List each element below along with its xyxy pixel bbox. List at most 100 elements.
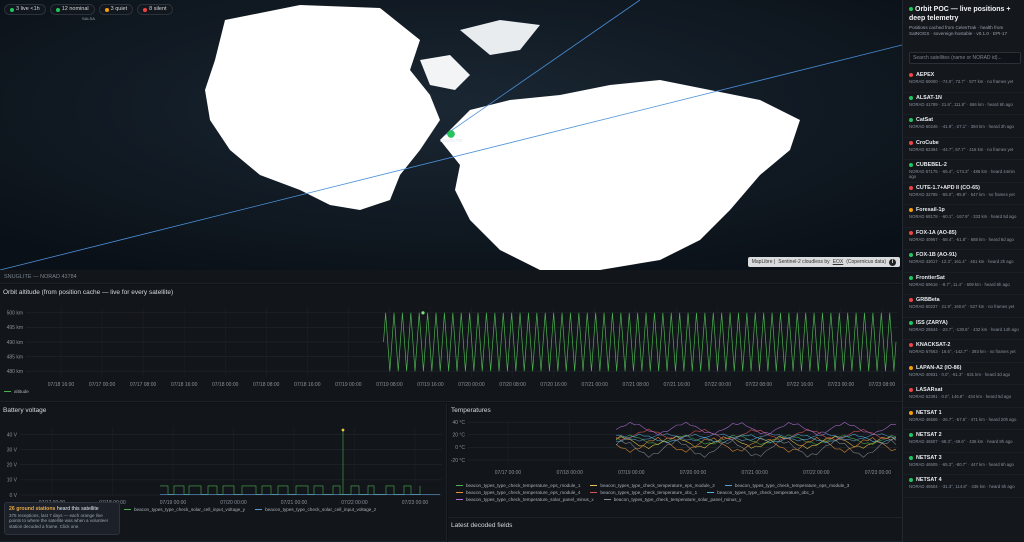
altitude-chart[interactable]: 500 km 495 km 490 km 485 km 480 km 07/18 16:0… [0, 285, 902, 402]
legend-item[interactable]: beacon_types_type_check_solar_cell_input… [255, 507, 376, 512]
satellite-list-item[interactable]: ALSAT-1N NORAD 41789 · 21.6°, 111.8° · 65… [903, 93, 1024, 115]
satellite-name: KNACKSAT-2 [916, 342, 951, 348]
satellite-list-item[interactable]: NETSAT 2 NORAD 46507 · 68.3°, -49.6° · 43… [903, 430, 1024, 453]
satellite-list-item[interactable]: NETSAT 3 NORAD 46505 · -65.3°, -80.7° · 4… [903, 453, 1024, 475]
satellite-list-item[interactable]: GRBBeta NORAD 60237 · 21.9°, 160.8° · 527… [903, 295, 1024, 318]
satellite-name: AEPEX [916, 72, 935, 78]
x-tick-label: 07/18 16:00 [294, 382, 321, 388]
telemetry-header: SNUGLITE — NORAD 43784 [0, 270, 902, 284]
legend-swatch [707, 491, 715, 494]
satellite-list-item[interactable]: Foresail-1p NORAD 68178 · -60.1°, -167.9°… [903, 205, 1024, 228]
status-chip[interactable]: 12 nominal [49, 4, 95, 15]
temperature-panel: Temperatures 40 °C 20 °C 0 °C -20 °C 07/17 0… [448, 403, 902, 518]
satellite-list-item[interactable]: KNACKSAT-2 NORAD 67663 · 16.6°, -142.7° ·… [903, 340, 1024, 363]
satellite-list-item[interactable]: LASARsat NORAD 62391 · 0.0°, 146.8° · 434… [903, 385, 1024, 408]
satellite-status-icon [909, 343, 913, 347]
satellite-map[interactable]: 3 live <1h 12 nominal 3 quiet 8 silent SALS… [0, 0, 902, 270]
legend-label: beacon_types_type_check_temperature_eps_… [600, 483, 715, 488]
satellite-search-input[interactable] [909, 52, 1021, 64]
legend-item[interactable]: beacon_types_type_check_temperature_eps_… [456, 490, 580, 495]
ground-stations-callout[interactable]: 26 ground stations heard this satellite … [4, 502, 120, 535]
satellite-marker [447, 130, 455, 138]
x-tick-label: 07/20 00:00 [458, 382, 485, 388]
satellite-list-item[interactable]: FOX-1A (AO-85) NORAD 40967 · -58.4°, -61.… [903, 228, 1024, 250]
legend-item[interactable]: beacon_types_type_check_temperature_eps_… [456, 483, 580, 488]
satellite-list-item[interactable]: FOX-1B (AO-91) NORAD 43017 · 12.3°, 161.4… [903, 250, 1024, 273]
y-tick-label: 495 km [7, 325, 23, 331]
status-chip[interactable]: 3 quiet [98, 4, 134, 15]
legend-swatch [590, 484, 598, 487]
x-tick-label: 07/19 00:00 [335, 382, 362, 388]
legend-item[interactable]: beacon_types_type_check_temperature_eps_… [724, 483, 849, 488]
status-chip-label: 3 quiet [110, 6, 128, 12]
satellite-list-item[interactable]: LAPAN-A2 (IO-86) NORAD 40931 · 0.0°, -61.… [903, 363, 1024, 385]
satellite-name: CatSat [916, 117, 934, 123]
satellite-meta: NORAD 46504 · -31.3°, 114.8° · 436 km · … [909, 484, 1015, 489]
satellite-name-row: Foresail-1p [909, 207, 1019, 213]
legend-item[interactable]: beacon_types_type_check_temperature_obc_… [590, 490, 697, 495]
satellite-list-item[interactable]: CUTE-1.7+APD II (CO-65) NORAD 32785 · -55… [903, 183, 1024, 205]
satellite-meta: NORAD 46506 · -26.7°, -57.6° · 471 km · … [909, 416, 1017, 422]
satellite-meta: NORAD 32785 · -55.0°, -95.9° · 547 km · … [909, 191, 1015, 197]
satellite-name-row: CatSat [909, 117, 1019, 123]
legend-item[interactable]: beacon_types_type_check_temperature_sola… [456, 497, 594, 502]
satellite-name: LAPAN-A2 (IO-86) [916, 364, 962, 371]
satellite-status-icon [909, 253, 913, 257]
satellite-name: CUBEBEL-2 [916, 162, 947, 168]
satellite-name-row: CUTE-1.7+APD II (CO-65) [909, 185, 1019, 191]
x-tick-label: 07/22 00:00 [705, 382, 732, 388]
legend-item[interactable]: beacon_types_type_check_temperature_sola… [603, 497, 741, 502]
satellite-name: Foresail-1p [916, 207, 945, 213]
status-chip-row: 3 live <1h 12 nominal 3 quiet 8 silent [4, 4, 173, 15]
satellite-list-item[interactable]: CroCube NORAD 62394 · -44.7°, 67.7° · 416… [903, 138, 1024, 160]
map-attribution: MapLibre | Sentinel-2 cloudless by EOX (… [747, 257, 900, 267]
status-chip-label: 3 live <1h [16, 6, 40, 12]
satellite-list-item[interactable]: NETSAT 1 NORAD 46506 · -26.7°, -57.6° · 4… [903, 408, 1024, 430]
ground-station-count: 26 ground stations [9, 506, 56, 512]
y-tick-label: 490 km [7, 340, 23, 346]
legend-item-altitude[interactable]: altitude [4, 389, 29, 394]
temperature-series-line[interactable] [615, 439, 897, 458]
satellite-list-item[interactable]: AEPEX NORAD 59000 · -74.0°, 73.7° · 577 k… [903, 70, 1024, 93]
satellite-list-item[interactable]: FrontierSat NORAD 69616 · -8.7°, 11.4° · … [903, 273, 1024, 295]
status-chip[interactable]: 8 silent [137, 4, 173, 15]
legend-item[interactable]: beacon_types_type_check_temperature_obc_… [707, 490, 814, 495]
x-tick-label: 07/18 16:00 [171, 382, 198, 388]
battery-spike-point[interactable] [341, 428, 345, 432]
satellite-name-row: ISS (ZARYA) [909, 320, 1019, 326]
map-canvas[interactable] [0, 0, 902, 270]
satellite-status-icon [909, 208, 913, 212]
temperature-series-line[interactable] [615, 421, 897, 436]
attribution-link[interactable]: EOX [833, 257, 844, 267]
x-tick-label: 07/22 16:00 [787, 382, 814, 388]
satellite-status-icon [909, 365, 913, 370]
satellite-list-item[interactable]: ISS (ZARYA) NORAD 25544 · -23.7°, -130.6°… [903, 318, 1024, 340]
satellite-status-icon [909, 185, 913, 190]
altitude-hover-point[interactable] [421, 311, 425, 315]
decoded-title: Latest decoded fields [451, 522, 513, 529]
satellite-list-item[interactable]: NETSAT 4 NORAD 46504 · -31.3°, 114.8° · 4… [903, 475, 1024, 498]
status-chip[interactable]: 3 live <1h [4, 4, 46, 15]
attribution-body: Sentinel-2 cloudless by [778, 259, 830, 265]
temperature-series-line[interactable] [615, 434, 897, 446]
legend-label: beacon_types_type_check_solar_cell_input… [265, 507, 377, 512]
info-icon[interactable]: i [889, 258, 896, 266]
legend-item[interactable]: beacon_types_type_check_temperature_eps_… [590, 483, 715, 488]
attribution-prefix[interactable]: MapLibre | [752, 257, 776, 267]
satellite-list-item[interactable]: CUBEBEL-2 NORAD 57175 · -65.4°, -174.3° ·… [903, 160, 1024, 183]
legend-item[interactable]: beacon_types_type_check_solar_cell_input… [124, 507, 245, 512]
x-tick-label: 07/20 00:00 [220, 500, 247, 506]
satellite-meta: NORAD 60237 · 21.9°, 160.8° · 527 km · n… [909, 304, 1015, 309]
satellite-name: ISS (ZARYA) [916, 319, 948, 326]
satellite-label[interactable]: SNUGLITE [440, 138, 463, 143]
satellite-name-row: KNACKSAT-2 [909, 342, 1019, 348]
satellite-name-row: FOX-1B (AO-91) [909, 252, 1019, 258]
y-tick-label: 20 °C [452, 433, 465, 439]
satellite-list-item[interactable]: CatSat NORAD 60246 · -41.9°, -27.1° · 394… [903, 115, 1024, 138]
y-tick-label: 40 °C [452, 420, 465, 426]
battery-series-y[interactable] [160, 485, 421, 495]
satellite-meta: NORAD 69616 · -8.7°, 11.4° · 609 km · he… [909, 281, 1010, 287]
x-tick-label: 07/21 08:00 [622, 382, 649, 388]
altitude-legend: altitude [4, 389, 29, 394]
satellite-meta: NORAD 46507 · 68.3°, -49.6° · 436 km · h… [909, 439, 1013, 444]
